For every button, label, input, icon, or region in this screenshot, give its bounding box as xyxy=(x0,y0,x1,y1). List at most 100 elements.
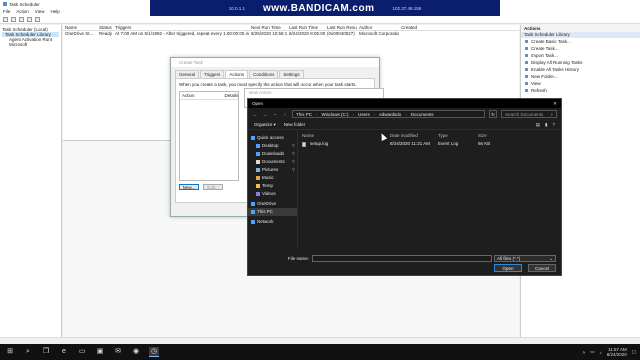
tab-triggers[interactable]: Triggers xyxy=(200,70,225,78)
action-create-task[interactable]: Create Task... xyxy=(521,45,640,52)
breadcrumb-users[interactable]: Users xyxy=(358,112,370,117)
breadcrumb-windows-c[interactable]: Windows (C:) xyxy=(322,112,349,117)
chrome-icon[interactable]: ◉ xyxy=(131,347,141,357)
network-icon[interactable]: ▭ xyxy=(590,349,594,355)
action-create-basic-task[interactable]: Create Basic Task... xyxy=(521,38,640,45)
new-action-button[interactable]: New... xyxy=(179,184,199,190)
volume-icon[interactable]: ♪ xyxy=(599,350,601,355)
nav-item-documents[interactable]: Documents ⚲ xyxy=(248,158,297,166)
show-hide-tree-button[interactable] xyxy=(27,16,32,22)
menu-file[interactable]: File xyxy=(3,9,10,14)
documents-icon xyxy=(256,160,260,164)
col-created[interactable]: Created xyxy=(399,25,429,30)
tab-settings[interactable]: Settings xyxy=(279,70,304,78)
organize-button[interactable]: Organize ▾ xyxy=(254,122,276,128)
breadcrumb-user[interactable]: edwardsdo xyxy=(379,112,401,117)
actions-list[interactable]: Action Details xyxy=(179,91,239,181)
open-button[interactable]: Open xyxy=(494,264,522,272)
col-status[interactable]: Status xyxy=(97,25,113,30)
nav-item-downloads[interactable]: Downloads ⚲ xyxy=(248,150,297,158)
start-icon[interactable]: ⊞ xyxy=(5,347,15,357)
nav-item-onedrive[interactable]: OneDrive xyxy=(248,200,297,208)
tree-item-microsoft[interactable]: Microsoft xyxy=(2,42,59,47)
task-scheduler-taskbar-icon[interactable]: ◷ xyxy=(149,347,159,357)
clock[interactable]: 11:57 AM 8/24/2020 xyxy=(607,347,627,357)
file-explorer-icon[interactable]: ▭ xyxy=(77,347,87,357)
nav-item-music[interactable]: Music xyxy=(248,174,297,182)
col-last-run[interactable]: Last Run Time xyxy=(287,25,325,30)
actions-hint: When you create a task, you must specify… xyxy=(179,82,357,87)
menu-view[interactable]: View xyxy=(35,9,45,14)
back-arrow-icon[interactable]: ← xyxy=(252,112,258,117)
col-next-run[interactable]: Next Run Time xyxy=(249,25,287,30)
file-name-input[interactable] xyxy=(312,255,493,262)
search-icon[interactable]: ⌕ xyxy=(23,347,33,357)
menu-action[interactable]: Action xyxy=(16,9,29,14)
action-view[interactable]: View xyxy=(521,80,640,87)
nav-item-quick-access[interactable]: Quick access xyxy=(248,134,297,142)
nav-item-temp[interactable]: Temp xyxy=(248,182,297,190)
action-enable-history[interactable]: Enable All Tasks History xyxy=(521,66,640,73)
file-type-select[interactable]: All files (*.*) ⌄ xyxy=(494,255,556,262)
chevron-down-icon[interactable]: ⌄ xyxy=(272,111,278,117)
help-icon[interactable]: ? xyxy=(552,122,555,128)
view-options-icon[interactable]: ▤ xyxy=(536,122,540,128)
file-row[interactable]: setup.log 8/24/2020 11:21 AM Event Log 6… xyxy=(300,140,562,148)
pictures-icon xyxy=(256,168,260,172)
up-button[interactable] xyxy=(19,16,24,22)
tab-general[interactable]: General xyxy=(175,70,200,78)
col-file-name[interactable]: Name xyxy=(300,131,388,140)
col-size[interactable]: Size xyxy=(476,131,506,140)
nav-item-label: Videos xyxy=(262,191,276,196)
up-arrow-icon[interactable]: ↑ xyxy=(282,112,288,117)
breadcrumb-this-pc[interactable]: This PC xyxy=(296,112,312,117)
action-display-running[interactable]: Display All Running Tasks xyxy=(521,59,640,66)
search-box[interactable]: Search Documents ⌕ xyxy=(501,110,557,118)
nav-item-network[interactable]: Network xyxy=(248,218,297,226)
tab-actions[interactable]: Actions xyxy=(225,70,249,78)
cancel-button[interactable]: Cancel xyxy=(528,264,556,272)
task-view-icon[interactable]: ❐ xyxy=(41,347,51,357)
table-row[interactable]: OneDrive St... Ready At 7:00 AM on 5/1/1… xyxy=(63,31,519,37)
action-import-task[interactable]: Import Task... xyxy=(521,52,640,59)
task-author: Microsoft Corporation xyxy=(359,31,399,36)
store-icon[interactable]: ▣ xyxy=(95,347,105,357)
nav-item-videos[interactable]: Videos xyxy=(248,190,297,198)
col-author[interactable]: Author xyxy=(357,25,399,30)
nav-item-desktop[interactable]: Desktop ⚲ xyxy=(248,142,297,150)
forward-button[interactable] xyxy=(11,16,16,22)
col-action: Action xyxy=(182,93,195,98)
taskbar: ⊞ ⌕ ❐ e ▭ ▣ ✉ ◉ ◷ ˄ ▭ ♪ 11:57 AM 8/24/20… xyxy=(0,344,640,360)
address-bar[interactable]: This PC › Windows (C:) › Users › edwards… xyxy=(292,110,485,118)
col-triggers[interactable]: Triggers xyxy=(113,25,249,30)
breadcrumb-documents[interactable]: Documents xyxy=(411,112,434,117)
navigation-pane: Quick access Desktop ⚲ Downloads ⚲ Documents ⚲… xyxy=(248,131,298,249)
nav-item-this-pc[interactable]: This PC xyxy=(248,208,297,216)
action-new-folder[interactable]: New Folder... xyxy=(521,73,640,80)
nav-item-pictures[interactable]: Pictures ⚲ xyxy=(248,166,297,174)
preview-pane-icon[interactable]: ▮ xyxy=(545,122,547,128)
edit-action-button[interactable]: Edit... xyxy=(203,184,223,190)
mail-icon[interactable]: ✉ xyxy=(113,347,123,357)
col-details: Details xyxy=(224,93,239,98)
tab-conditions[interactable]: Conditions xyxy=(249,70,279,78)
chevron-up-icon[interactable]: ˄ xyxy=(583,350,586,355)
back-button[interactable] xyxy=(3,16,8,22)
pin-icon: ⚲ xyxy=(291,143,295,148)
notifications-icon[interactable]: ▢ xyxy=(632,349,636,355)
forward-arrow-icon[interactable]: → xyxy=(262,112,268,117)
col-name[interactable]: Name xyxy=(63,25,97,30)
task-last-run: 8/24/2020 8:05:00 AM xyxy=(289,31,325,36)
refresh-icon[interactable]: ↻ xyxy=(489,110,497,118)
col-last-result[interactable]: Last Run Result xyxy=(325,25,357,30)
new-folder-button[interactable]: New folder xyxy=(284,122,306,127)
edge-icon[interactable]: e xyxy=(59,347,69,357)
open-file-dialog: Open ✕ ← → ⌄ ↑ This PC › Windows (C:) › … xyxy=(247,98,562,276)
menu-help[interactable]: Help xyxy=(50,9,59,14)
close-icon[interactable]: ✕ xyxy=(549,99,561,108)
action-refresh[interactable]: Refresh xyxy=(521,87,640,94)
cloud-icon xyxy=(251,202,255,206)
help-button[interactable] xyxy=(35,16,40,22)
col-type[interactable]: Type xyxy=(436,131,476,140)
col-date-modified[interactable]: Date modified xyxy=(388,131,436,140)
